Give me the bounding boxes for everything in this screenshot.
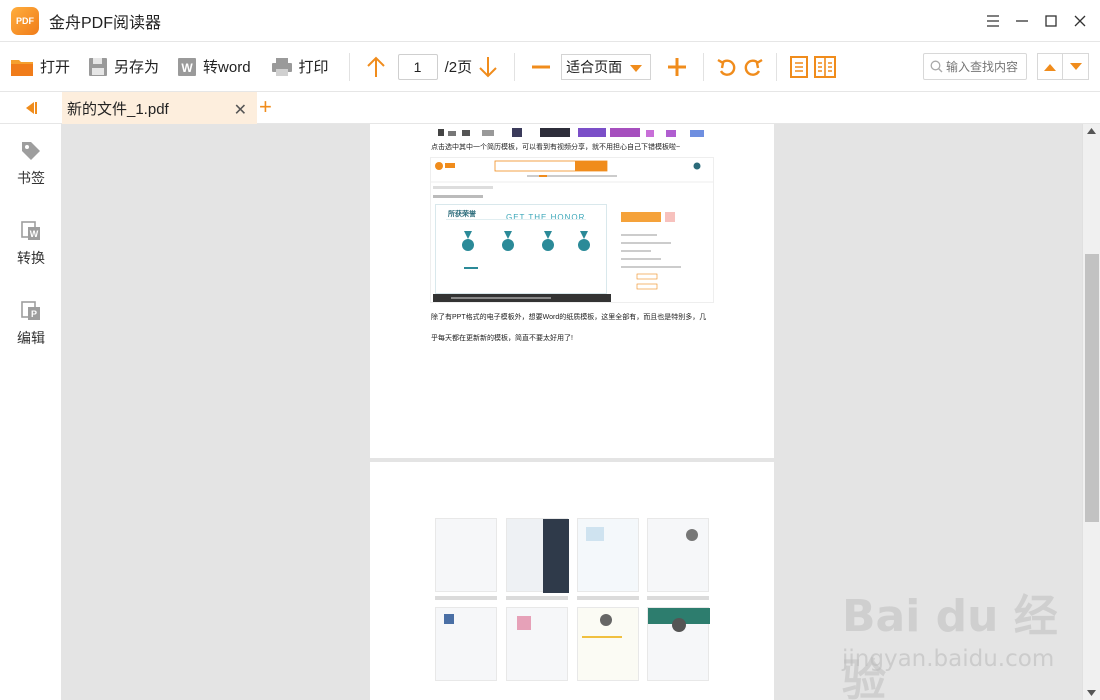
watermark-url: jingyan.baidu.com <box>842 646 1055 672</box>
double-page-view-button[interactable] <box>811 50 839 84</box>
close-icon[interactable] <box>1065 6 1094 36</box>
printer-icon <box>271 57 292 76</box>
search-nav <box>1037 53 1089 80</box>
prev-page-button[interactable] <box>360 50 392 84</box>
window-controls <box>978 0 1094 42</box>
folder-icon <box>11 59 33 76</box>
sidebar-item-bookmarks[interactable]: 书签 <box>0 140 62 200</box>
divider <box>348 52 350 81</box>
single-page-view-button[interactable] <box>787 50 811 84</box>
thumbnail-caption <box>506 596 568 600</box>
page-total: /2页 <box>444 59 473 76</box>
svg-text:W: W <box>181 61 193 75</box>
left-sidebar: 书签 W 转换 P 编辑 <box>0 124 62 700</box>
open-label: 打开 <box>40 59 71 76</box>
rotate-left-button[interactable] <box>714 50 740 84</box>
page-text-line: 除了有PPT格式的电子模板外，想要Word的纸质模板，这里全部有，而且也是特别多… <box>431 314 707 321</box>
resume-thumbnail <box>435 607 497 681</box>
arrow-down-icon <box>479 56 497 77</box>
document-tab[interactable]: 新的文件_1.pdf ✕ <box>62 92 257 124</box>
add-tab-button[interactable]: + <box>259 95 272 119</box>
scroll-thumb[interactable] <box>1085 254 1099 522</box>
close-tab-icon[interactable]: ✕ <box>234 100 247 120</box>
save-as-button[interactable]: 另存为 <box>82 50 165 84</box>
plus-icon <box>668 57 687 76</box>
word-icon: W <box>178 57 197 76</box>
divider <box>514 52 516 81</box>
next-page-button[interactable] <box>472 50 504 84</box>
divider <box>703 52 705 81</box>
divider <box>776 52 778 81</box>
menu-icon[interactable] <box>978 6 1007 36</box>
document-tab-name: 新的文件_1.pdf <box>67 100 169 118</box>
arrow-up-icon <box>366 56 385 77</box>
honor-slide: 所获荣誉 GET THE HONOR <box>435 204 607 294</box>
pdf-page-1: 点击选中其中一个简历模板，可以看到有视频分享，就不用担心自己下错模板啦~ 所获荣… <box>370 124 774 458</box>
search-prev-button[interactable] <box>1038 54 1064 79</box>
pdf-page-2 <box>370 462 774 700</box>
save-icon <box>89 57 108 76</box>
zoom-in-button[interactable] <box>661 50 693 84</box>
sidebar-item-edit[interactable]: P 编辑 <box>0 300 62 360</box>
rotate-left-icon <box>717 58 736 76</box>
sidebar-item-label: 编辑 <box>17 330 45 346</box>
watermark-brand: Bai du 经验 <box>842 591 1058 700</box>
double-page-icon <box>814 55 837 78</box>
thumbnail-caption <box>647 596 709 600</box>
minus-icon <box>532 65 551 68</box>
edit-p-icon: P <box>21 301 40 320</box>
triangle-down-icon <box>1069 62 1082 70</box>
resume-thumbnail <box>647 607 710 681</box>
print-label: 打印 <box>298 59 329 76</box>
search-icon <box>930 60 943 73</box>
sidebar-item-label: 书签 <box>17 170 45 186</box>
tag-icon <box>22 142 40 160</box>
to-word-label: 转word <box>203 59 251 76</box>
collapse-sidebar-button[interactable] <box>24 101 38 118</box>
page-text-line: 点击选中其中一个简历模板，可以看到有视频分享，就不用担心自己下错模板啦~ <box>431 144 681 151</box>
svg-text:W: W <box>30 229 39 239</box>
collapse-left-icon <box>26 102 37 114</box>
thumbnail-caption <box>577 596 639 600</box>
sidebar-item-label: 转换 <box>17 250 45 266</box>
app-title: 金舟PDF阅读器 <box>49 14 162 32</box>
single-page-icon <box>790 55 809 78</box>
zoom-out-button[interactable] <box>525 50 557 84</box>
resume-thumbnail <box>506 607 568 681</box>
svg-text:P: P <box>31 309 37 319</box>
triangle-up-icon <box>1044 63 1056 71</box>
tab-bar: 新的文件_1.pdf ✕ + <box>0 92 1100 124</box>
minimize-icon[interactable] <box>1007 6 1036 36</box>
zoom-select[interactable]: 适合页面 <box>561 53 652 80</box>
rotate-right-button[interactable] <box>740 50 766 84</box>
resume-thumbnail <box>577 518 639 592</box>
print-button[interactable]: 打印 <box>265 50 335 84</box>
app-logo: PDF <box>11 6 39 35</box>
open-button[interactable]: 打开 <box>4 50 76 84</box>
page-text-line: 乎每天都在更新新的模板，简直不要太好用了! <box>431 335 573 342</box>
search-input[interactable] <box>946 59 1024 74</box>
resume-thumbnail <box>647 518 709 592</box>
convert-word-icon: W <box>21 221 40 240</box>
resume-thumbnail <box>506 518 569 593</box>
save-as-label: 另存为 <box>114 59 160 76</box>
title-bar: PDF 金舟PDF阅读器 <box>0 0 1100 42</box>
toolbar: 打开 另存为 W 转word 打印 /2页 适合页面 <box>0 42 1100 92</box>
scroll-up-icon[interactable] <box>1087 128 1096 134</box>
thumbnail-caption <box>435 596 497 600</box>
resume-thumbnail <box>577 607 639 681</box>
search-next-button[interactable] <box>1063 54 1088 79</box>
thumbnail-strip-image <box>434 124 714 137</box>
to-word-button[interactable]: W 转word <box>171 50 257 84</box>
sidebar-item-convert[interactable]: W 转换 <box>0 220 62 280</box>
maximize-icon[interactable] <box>1036 6 1065 36</box>
search-box[interactable] <box>923 53 1027 80</box>
zoom-select-value: 适合页面 <box>566 58 623 75</box>
rotate-right-icon <box>744 58 763 76</box>
chevron-down-icon <box>630 64 643 72</box>
embedded-screenshot: 所获荣誉 GET THE HONOR <box>430 157 714 303</box>
resume-thumbnail <box>435 518 497 592</box>
baidu-watermark: Bai du 经验 jingyan.baidu.com <box>842 580 1092 700</box>
page-number-input[interactable] <box>397 53 438 80</box>
